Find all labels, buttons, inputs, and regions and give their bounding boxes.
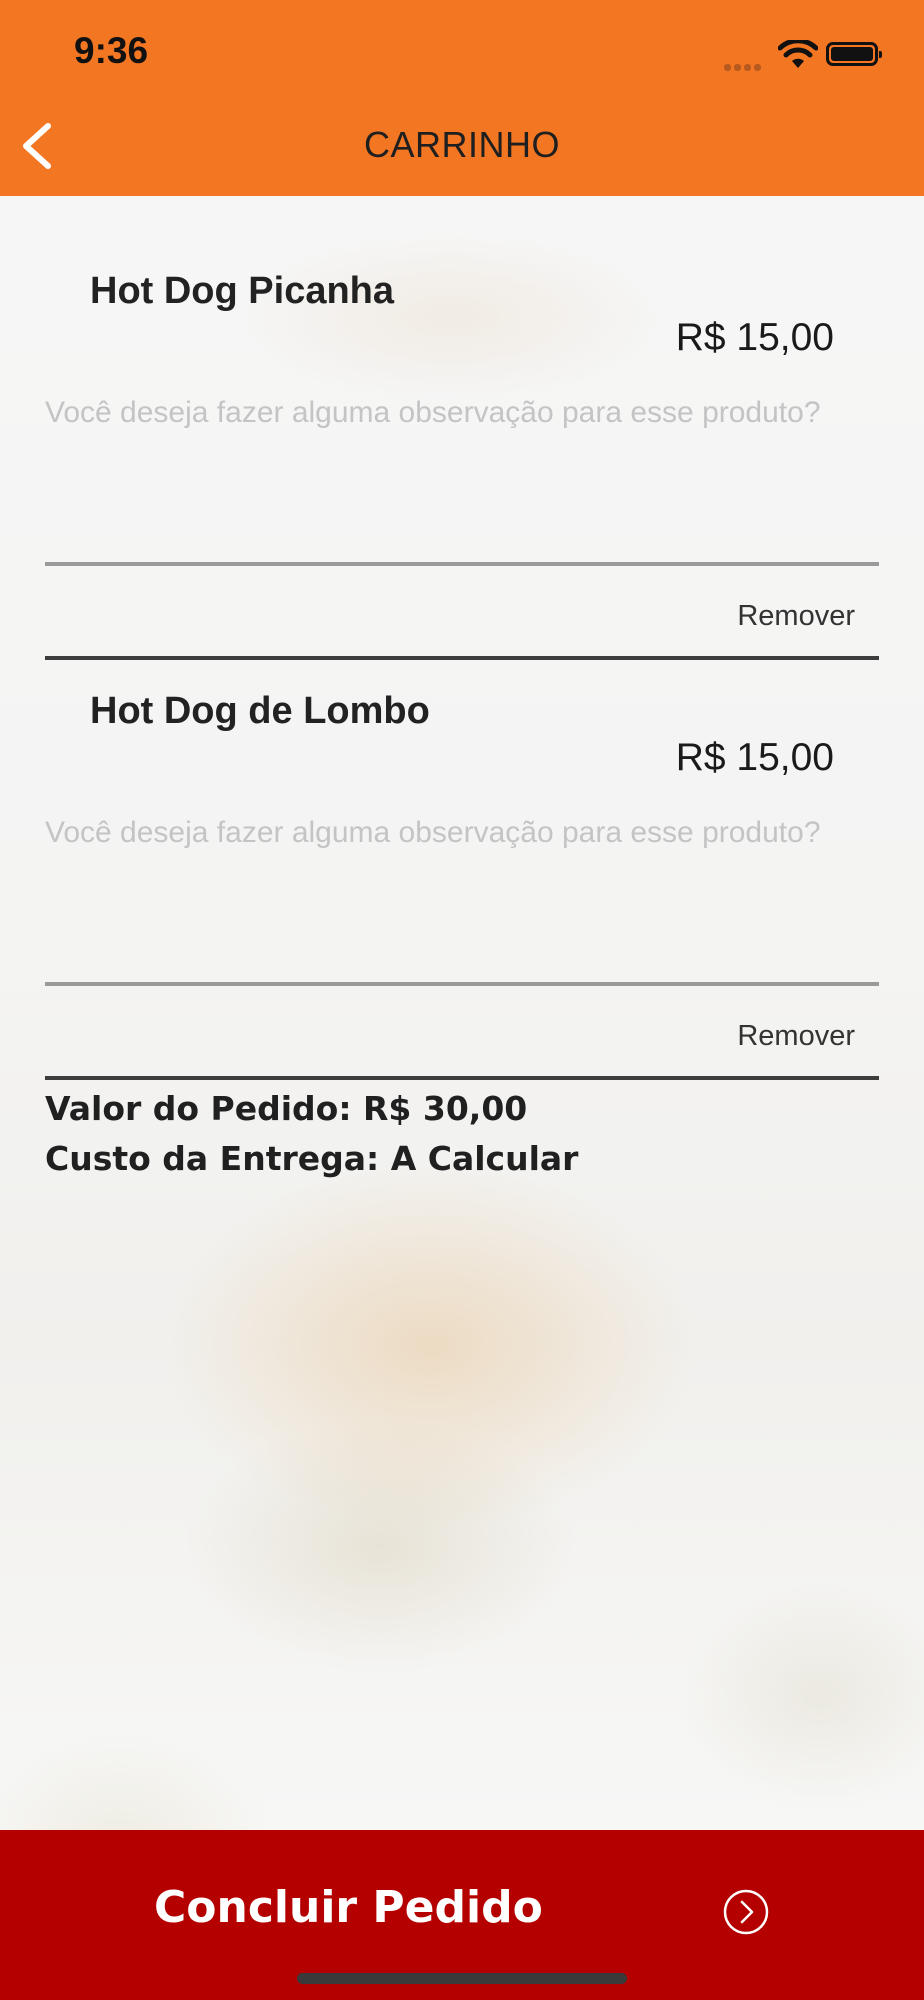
chevron-right-circle-icon (723, 1889, 769, 1935)
header-bar: 9:36 CARRINHO (0, 0, 924, 196)
item-price: R$ 15,00 (675, 736, 834, 779)
observation-field[interactable] (45, 396, 879, 566)
delivery-cost: Custo da Entrega: A Calcular (45, 1139, 579, 1178)
status-time: 9:36 (74, 30, 149, 71)
cart-item: Hot Dog Picanha R$ 15,00 Remover (45, 200, 879, 660)
cellular-signal-icon (724, 58, 768, 71)
cart-item: Hot Dog de Lombo R$ 15,00 Remover (45, 620, 879, 1080)
page-title: CARRINHO (363, 124, 560, 165)
observation-field[interactable] (45, 816, 879, 986)
order-value: Valor do Pedido: R$ 30,00 (45, 1089, 528, 1128)
wifi-icon (778, 40, 818, 68)
home-indicator (297, 1973, 627, 1984)
item-price: R$ 15,00 (675, 316, 834, 359)
order-summary: Valor do Pedido: R$ 30,00 Custo da Entre… (45, 1084, 578, 1184)
remove-button[interactable]: Remover (737, 1020, 855, 1053)
item-divider (45, 1076, 879, 1080)
battery-icon (826, 42, 882, 66)
item-name: Hot Dog de Lombo (90, 690, 430, 732)
footer-bar: Concluir Pedido (0, 1830, 924, 2000)
conclude-order-label: Concluir Pedido (154, 1882, 543, 1933)
item-name: Hot Dog Picanha (90, 270, 395, 312)
